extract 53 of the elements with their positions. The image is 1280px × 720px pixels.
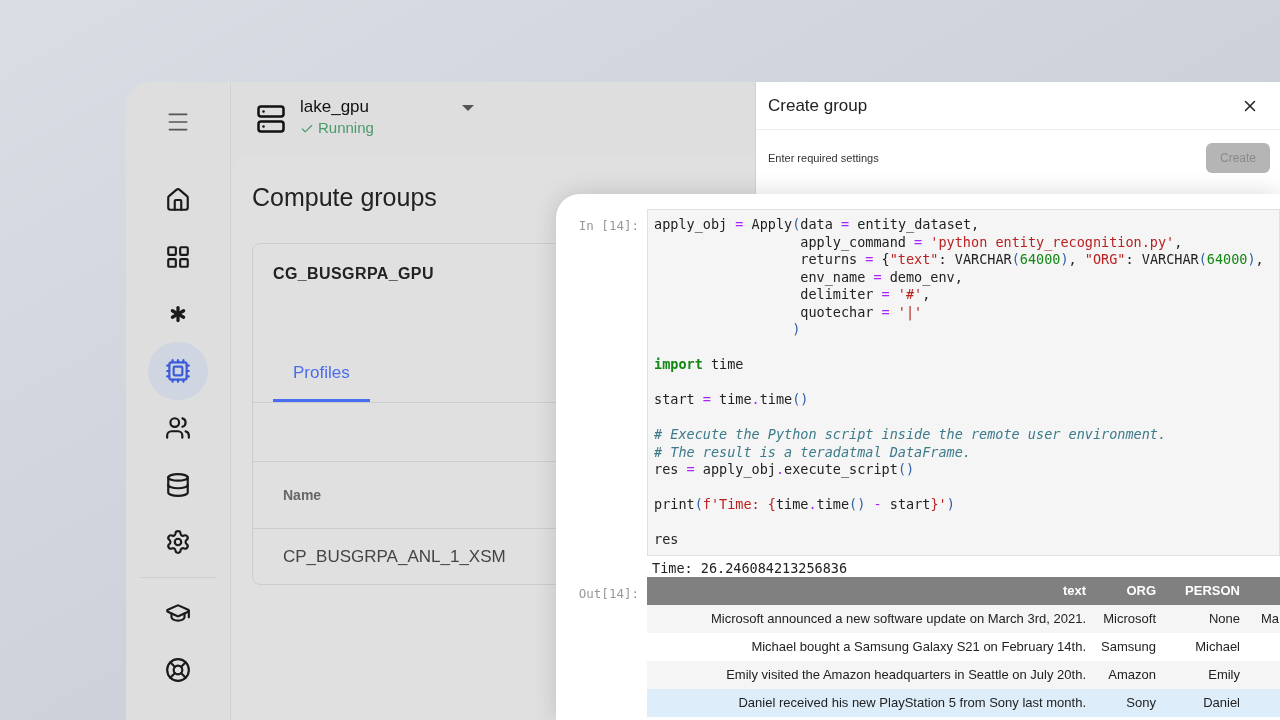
- table-row[interactable]: Daniel received his new PlayStation 5 from Sony last month. Sony Daniel: [647, 688, 1280, 717]
- page-title: Compute groups: [252, 182, 438, 213]
- settings-icon: [165, 529, 191, 555]
- table-cell-text: Microsoft announced a new software update on March 3rd, 2021.: [709, 609, 1087, 628]
- dashboard-icon: [165, 244, 191, 270]
- code-line: res = apply_obj.execute_script(): [654, 461, 916, 479]
- code-line: returns = {"text": VARCHAR(64000), "ORG": VARCHAR(64000),: [799, 251, 1265, 269]
- hint-text: Enter required settings: [768, 150, 879, 166]
- column-header: PERSON: [1184, 581, 1241, 600]
- table-cell-text: Ma: [1260, 609, 1280, 628]
- code-line: # The result is a teradatmal DataFrame.: [654, 443, 972, 461]
- table-cell-text: Sony: [1125, 693, 1157, 712]
- home-icon: [165, 187, 191, 213]
- table-row[interactable]: Emily visited the Amazon headquarters in Seattle on July 20th. Amazon Emily: [647, 660, 1280, 689]
- code-line: apply_command = 'python entity_recognition.py',: [799, 233, 1184, 251]
- server-icon: [256, 103, 286, 134]
- table-cell-text: Daniel: [1202, 693, 1241, 712]
- card-title: CG_BUSGRPA_GPU: [273, 263, 434, 284]
- table-row[interactable]: Microsoft announced a new software update on March 3rd, 2021. Microsoft None Ma: [647, 604, 1280, 633]
- code-line: start = time.time(): [654, 391, 810, 409]
- server-status: Running: [318, 118, 374, 139]
- code-line: apply_obj = Apply(data = entity_dataset,: [654, 216, 981, 234]
- code-line: quotechar = '|': [799, 303, 924, 321]
- code-line: print(f'Time: {time.time() - start}'): [654, 496, 956, 514]
- output-prompt: Out[14]:: [577, 584, 640, 603]
- table-cell-text: Amazon: [1107, 665, 1157, 684]
- column-header: Name: [283, 485, 322, 505]
- table-cell-text: Michael: [1194, 637, 1241, 656]
- column-header: text: [1061, 581, 1087, 600]
- database-icon: [165, 472, 191, 498]
- input-prompt: In [14]:: [577, 217, 640, 235]
- code-line: import time: [654, 356, 745, 374]
- chip-icon: [165, 358, 191, 384]
- table-cell-text: Emily: [1207, 665, 1241, 684]
- users-icon: [165, 415, 191, 441]
- table-cell-text: CP_BUSGRPA_ANL_1_XSM: [283, 545, 506, 568]
- server-name: lake_gpu: [300, 97, 370, 118]
- code-line: # Execute the Python script inside the remote user environment.: [654, 426, 1168, 444]
- table-cell-text: None: [1207, 609, 1241, 628]
- table-cell-text: Emily visited the Amazon headquarters in Seattle on July 20th.: [725, 665, 1087, 684]
- table-cell-text: Michael bought a Samsung Galaxy S21 on February 14th.: [750, 637, 1087, 656]
- code-line: delimiter = '#',: [799, 286, 932, 304]
- code-line: env_name = demo_env,: [799, 268, 964, 286]
- output-text: Time: 26.246084213256836: [652, 559, 849, 577]
- panel-title: Create group: [768, 94, 868, 117]
- column-header: ORG: [1125, 581, 1157, 600]
- table-cell-text: Daniel received his new PlayStation 5 from Sony last month.: [737, 693, 1087, 712]
- table-cell-text: Samsung: [1100, 637, 1157, 656]
- code-line: ): [791, 321, 802, 339]
- table-cell-text: Microsoft: [1102, 609, 1157, 628]
- code-line: res: [654, 531, 680, 549]
- caret-icon: [461, 104, 474, 111]
- life-buoy-icon: [165, 657, 191, 683]
